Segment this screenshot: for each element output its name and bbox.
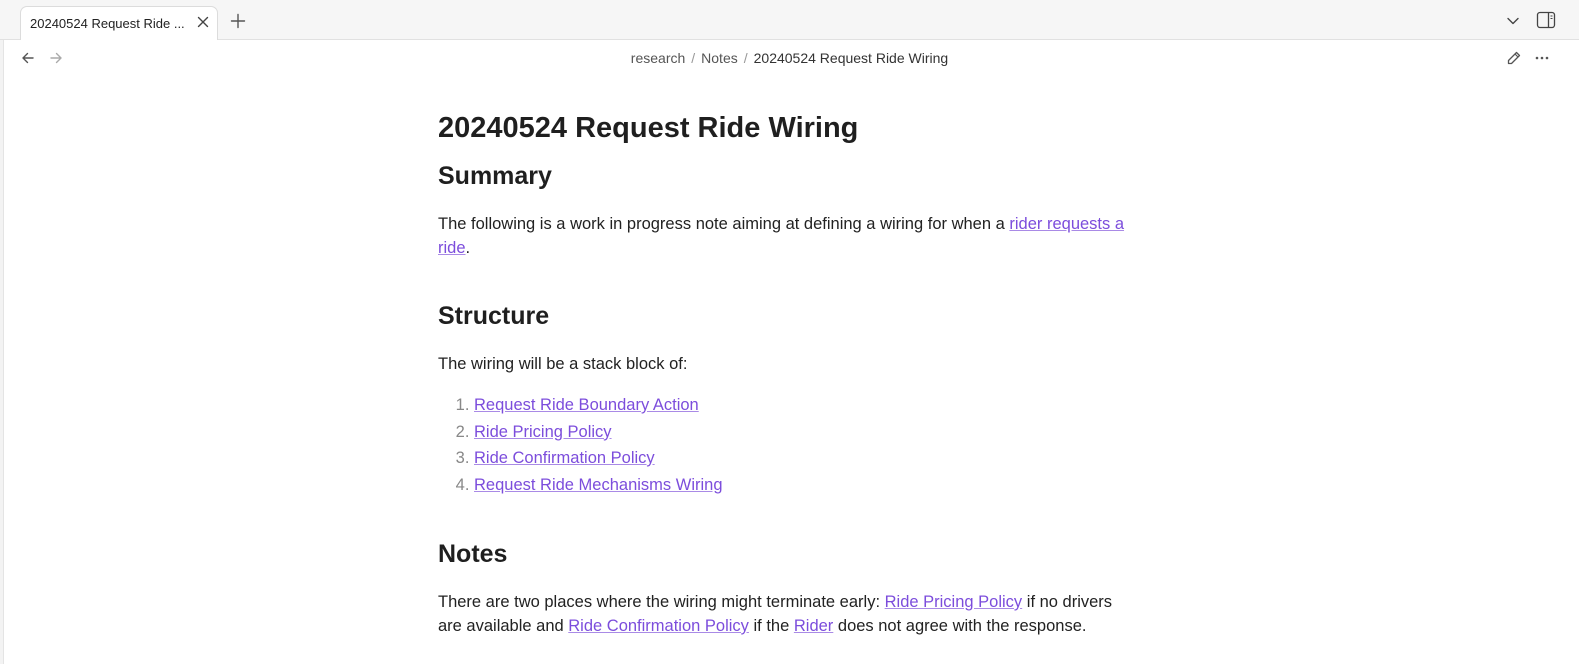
breadcrumb-separator: / <box>743 50 748 66</box>
more-horizontal-icon[interactable] <box>1534 50 1550 66</box>
notes-text-1: There are two places where the wiring mi… <box>438 593 885 611</box>
heading-structure: Structure <box>438 302 550 330</box>
link-ride-pricing-policy[interactable]: Ride Pricing Policy <box>474 423 612 441</box>
breadcrumb-item-research[interactable]: research <box>631 50 685 66</box>
close-icon[interactable] <box>195 14 211 30</box>
notes-text-3: if the <box>748 617 794 635</box>
breadcrumb-item-current[interactable]: 20240524 Request Ride Wiring <box>754 50 949 66</box>
link-request-ride-boundary-action[interactable]: Request Ride Boundary Action <box>474 396 699 414</box>
breadcrumb-item-notes[interactable]: Notes <box>701 50 738 66</box>
pencil-icon[interactable] <box>1506 50 1522 66</box>
structure-list: Request Ride Boundary Action Ride Pricin… <box>438 392 1138 498</box>
app-window: 20240524 Request Ride ... research / Not… <box>0 0 1579 664</box>
tab-bar: 20240524 Request Ride ... <box>0 0 1579 40</box>
summary-paragraph: The following is a work in progress note… <box>438 212 1138 260</box>
plus-icon[interactable] <box>229 12 247 30</box>
link-ride-pricing-policy-inline[interactable]: Ride Pricing Policy <box>885 593 1023 611</box>
note-title[interactable]: 20240524 Request Ride Wiring <box>438 106 1138 150</box>
left-ribbon-edge <box>0 40 4 664</box>
breadcrumb: research / Notes / 20240524 Request Ride Wir… <box>0 49 1579 67</box>
chevron-down-icon[interactable] <box>1505 13 1521 29</box>
tab-active-note[interactable]: 20240524 Request Ride ... <box>20 6 218 40</box>
link-request-ride-mechanisms-wiring[interactable]: Request Ride Mechanisms Wiring <box>474 476 723 494</box>
breadcrumb-separator: / <box>691 50 696 66</box>
tab-title: 20240524 Request Ride ... <box>30 16 185 31</box>
list-item: Request Ride Boundary Action <box>474 392 1138 419</box>
notes-text-4: does not agree with the response. <box>833 617 1087 635</box>
summary-text: The following is a work in progress note… <box>438 215 1010 233</box>
link-ride-confirmation-policy-inline[interactable]: Ride Confirmation Policy <box>568 617 749 635</box>
list-item: Request Ride Mechanisms Wiring <box>474 472 1138 499</box>
heading-notes: Notes <box>438 540 508 568</box>
structure-paragraph: The wiring will be a stack block of: <box>438 355 688 373</box>
summary-end: . <box>465 239 471 257</box>
sidebar-toggle-icon[interactable] <box>1536 11 1556 29</box>
list-item: Ride Pricing Policy <box>474 419 1138 446</box>
heading-summary: Summary <box>438 162 552 190</box>
link-rider[interactable]: Rider <box>794 617 833 635</box>
note-content: 20240524 Request Ride Wiring Summary The… <box>438 106 1138 638</box>
link-ride-confirmation-policy[interactable]: Ride Confirmation Policy <box>474 449 655 467</box>
list-item: Ride Confirmation Policy <box>474 445 1138 472</box>
notes-paragraph: There are two places where the wiring mi… <box>438 590 1138 638</box>
